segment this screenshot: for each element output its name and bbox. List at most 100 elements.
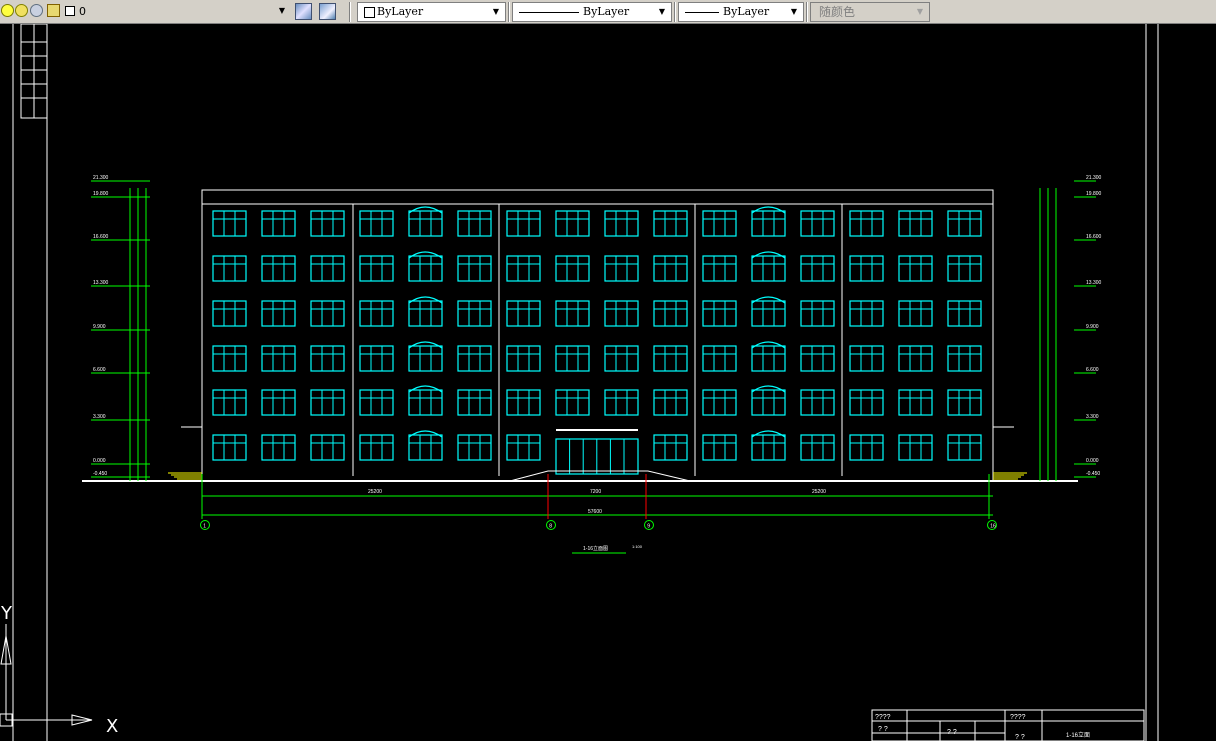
level-value: -0.450 [1086,471,1100,477]
level-value: 16.600 [1086,234,1102,240]
layer-lock-icon[interactable] [47,4,60,17]
titleblock-cell-e: ? ? [1015,734,1025,741]
window [310,300,345,327]
title-block [871,709,1145,741]
window [604,300,639,327]
window [849,210,884,237]
window [702,434,737,461]
layer-thaw-sun-icon[interactable] [15,4,28,17]
level-value: 19.800 [1086,191,1102,197]
toolbar-separator [349,2,351,22]
window [604,389,639,416]
plotstyle-value: 随颜色 [819,5,856,19]
window [359,345,394,372]
window [653,300,688,327]
window [702,345,737,372]
window [751,300,786,327]
building-elevation: 21.30019.80016.60013.3009.9006.6003.3000… [82,175,1102,530]
titleblock-cell-c: ? ? [878,726,888,733]
window [261,389,296,416]
make-object-layer-current-icon[interactable] [295,3,312,20]
window [947,255,982,282]
layer-viewport-freeze-icon[interactable] [30,4,43,17]
window-arch [408,430,443,438]
window [751,255,786,282]
chevron-down-icon[interactable]: ▼ [275,4,289,18]
lineweight-dropdown[interactable]: ByLayer ▼ [678,2,804,22]
linetype-dropdown[interactable]: ByLayer ▼ [512,2,672,22]
chevron-down-icon[interactable]: ▼ [913,5,927,19]
window [947,389,982,416]
titleblock-cell-b: ???? [1010,714,1026,721]
chevron-down-icon[interactable]: ▼ [489,5,503,19]
window [800,255,835,282]
axis-label: 9 [647,524,650,530]
window [800,300,835,327]
window-arch [408,206,443,214]
window [898,300,933,327]
window [408,345,443,372]
chevron-down-icon[interactable]: ▼ [655,5,669,19]
level-value: 13.300 [93,280,109,286]
window-arch [408,296,443,304]
layer-dropdown[interactable]: 0 ▼ [63,2,291,22]
drawing-scale: 1:100 [632,544,643,549]
window [212,345,247,372]
level-value: 9.900 [93,324,106,330]
lineweight-value: ByLayer [723,5,770,18]
plotstyle-dropdown[interactable]: 随颜色 ▼ [810,2,930,22]
window-arch [408,251,443,259]
window [849,255,884,282]
window [849,389,884,416]
level-value: -0.450 [93,471,107,477]
window [408,210,443,237]
titleblock-cell-f: 1-16立面 [1066,731,1090,739]
color-dropdown[interactable]: ByLayer ▼ [357,2,506,22]
window [555,255,590,282]
window [457,255,492,282]
window-arch [751,296,786,304]
drawing-canvas[interactable]: 21.30019.80016.60013.3009.9006.6003.3000… [0,24,1216,741]
window [800,345,835,372]
window [212,434,247,461]
window [653,434,688,461]
linetype-preview [519,12,579,13]
drawing-title: 1-16立面图 [583,545,608,552]
window [898,434,933,461]
window-arch [408,385,443,393]
window [702,210,737,237]
layer-previous-icon[interactable] [319,3,336,20]
window [310,210,345,237]
chevron-down-icon[interactable]: ▼ [787,5,801,19]
window [359,300,394,327]
level-value: 0.000 [1086,458,1099,464]
window [604,210,639,237]
properties-toolbar: 0 ▼ ByLayer ▼ ByLayer ▼ ByLayer ▼ 随颜色 ▼ [0,0,1216,24]
window-arch [751,430,786,438]
window [653,255,688,282]
level-value: 6.600 [93,367,106,373]
window [457,210,492,237]
axis-label: 1 [203,524,206,530]
window [457,345,492,372]
window [261,210,296,237]
window-arch [751,251,786,259]
drawing-border [12,24,1159,741]
lineweight-preview [685,12,719,13]
axis-label: 16 [990,524,996,530]
window [359,389,394,416]
window [506,434,541,461]
window [751,345,786,372]
layer-on-bulb-icon[interactable] [1,4,14,17]
window [310,434,345,461]
window [898,345,933,372]
window [653,389,688,416]
window [408,300,443,327]
window [751,434,786,461]
window [506,345,541,372]
window [947,345,982,372]
level-value: 3.300 [93,414,106,420]
dim-value: 25200 [812,489,826,495]
level-value: 9.900 [1086,324,1099,330]
window [457,389,492,416]
